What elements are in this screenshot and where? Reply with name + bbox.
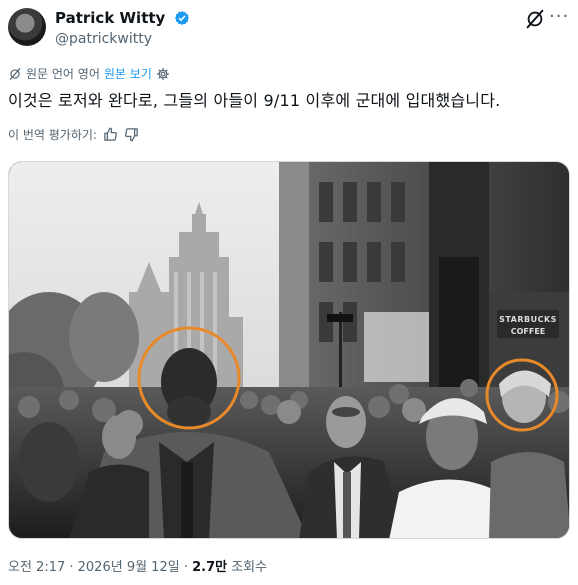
author-name-text: Patrick Witty	[55, 9, 166, 27]
thumbs-down-icon[interactable]	[124, 127, 139, 142]
show-original-link[interactable]: 원본 보기	[104, 66, 152, 82]
avatar[interactable]	[8, 8, 46, 46]
rate-translation: 이 번역 평가하기:	[8, 126, 139, 143]
more-options-icon[interactable]: ···	[549, 6, 569, 27]
tweet-photo[interactable]: STARBUCKS COFFEE	[8, 161, 570, 539]
rate-translation-label: 이 번역 평가하기:	[8, 128, 97, 142]
gear-icon[interactable]	[156, 67, 170, 81]
original-language-label: 원문 언어 영어	[26, 67, 100, 81]
tweet-timestamp[interactable]: 오전 2:17 · 2026년 9월 12일 ·	[8, 560, 192, 575]
svg-text:COFFEE: COFFEE	[511, 327, 546, 336]
author-handle[interactable]: @patrickwitty	[55, 30, 152, 48]
storefront-sign: STARBUCKS	[499, 315, 557, 324]
tweet-text: 이것은 로저와 완다로, 그들의 아들이 9/11 이후에 군대에 입대했습니다…	[8, 91, 501, 110]
tweet-meta: 오전 2:17 · 2026년 9월 12일 · 2.7만 조회수	[8, 559, 267, 577]
grok-translate-icon	[9, 68, 21, 80]
grok-icon[interactable]	[524, 8, 546, 30]
author-name[interactable]: Patrick Witty	[55, 8, 190, 28]
translation-bar: 원문 언어 영어 원본 보기	[8, 66, 170, 82]
verified-badge-icon	[174, 11, 189, 25]
crowd-photo: STARBUCKS COFFEE	[9, 162, 569, 538]
views-label: 조회수	[227, 560, 268, 575]
thumbs-up-icon[interactable]	[103, 127, 118, 142]
views-count: 2.7만	[192, 560, 228, 575]
